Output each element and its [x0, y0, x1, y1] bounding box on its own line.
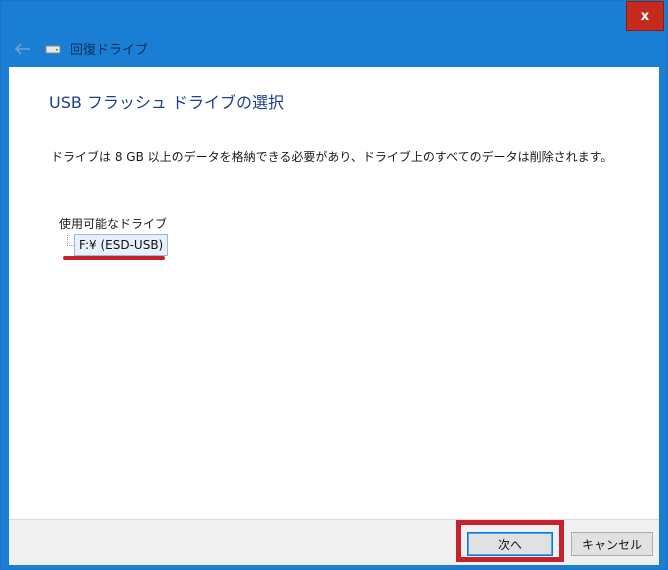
available-drives-label: 使用可能なドライブ — [59, 217, 168, 231]
window-title: 回復ドライブ — [70, 43, 149, 58]
drive-list-item[interactable]: F:¥ (ESD-USB) — [74, 234, 169, 256]
page-heading: USB フラッシュ ドライブの選択 — [49, 93, 285, 112]
cancel-button[interactable]: キャンセル — [571, 532, 653, 556]
page-description: ドライブは 8 GB 以上のデータを格納できる必要があり、ドライブ上のすべてのデ… — [51, 150, 613, 164]
title-bar: 回復ドライブ — [1, 31, 667, 67]
back-button[interactable] — [13, 40, 33, 58]
close-button[interactable]: x — [626, 1, 664, 31]
content-area: USB フラッシュ ドライブの選択 ドライブは 8 GB 以上のデータを格納でき… — [9, 67, 659, 519]
back-arrow-icon — [15, 43, 30, 55]
recovery-drive-window: x 回復ドライブ USB フラッシュ ドライブの選択 ドライブは 8 GB 以上… — [0, 0, 668, 570]
button-bar: 次へ キャンセル — [9, 519, 659, 565]
next-button[interactable]: 次へ — [467, 532, 553, 556]
annotation-underline — [63, 256, 165, 260]
close-icon: x — [640, 8, 650, 24]
drive-icon — [45, 45, 61, 54]
